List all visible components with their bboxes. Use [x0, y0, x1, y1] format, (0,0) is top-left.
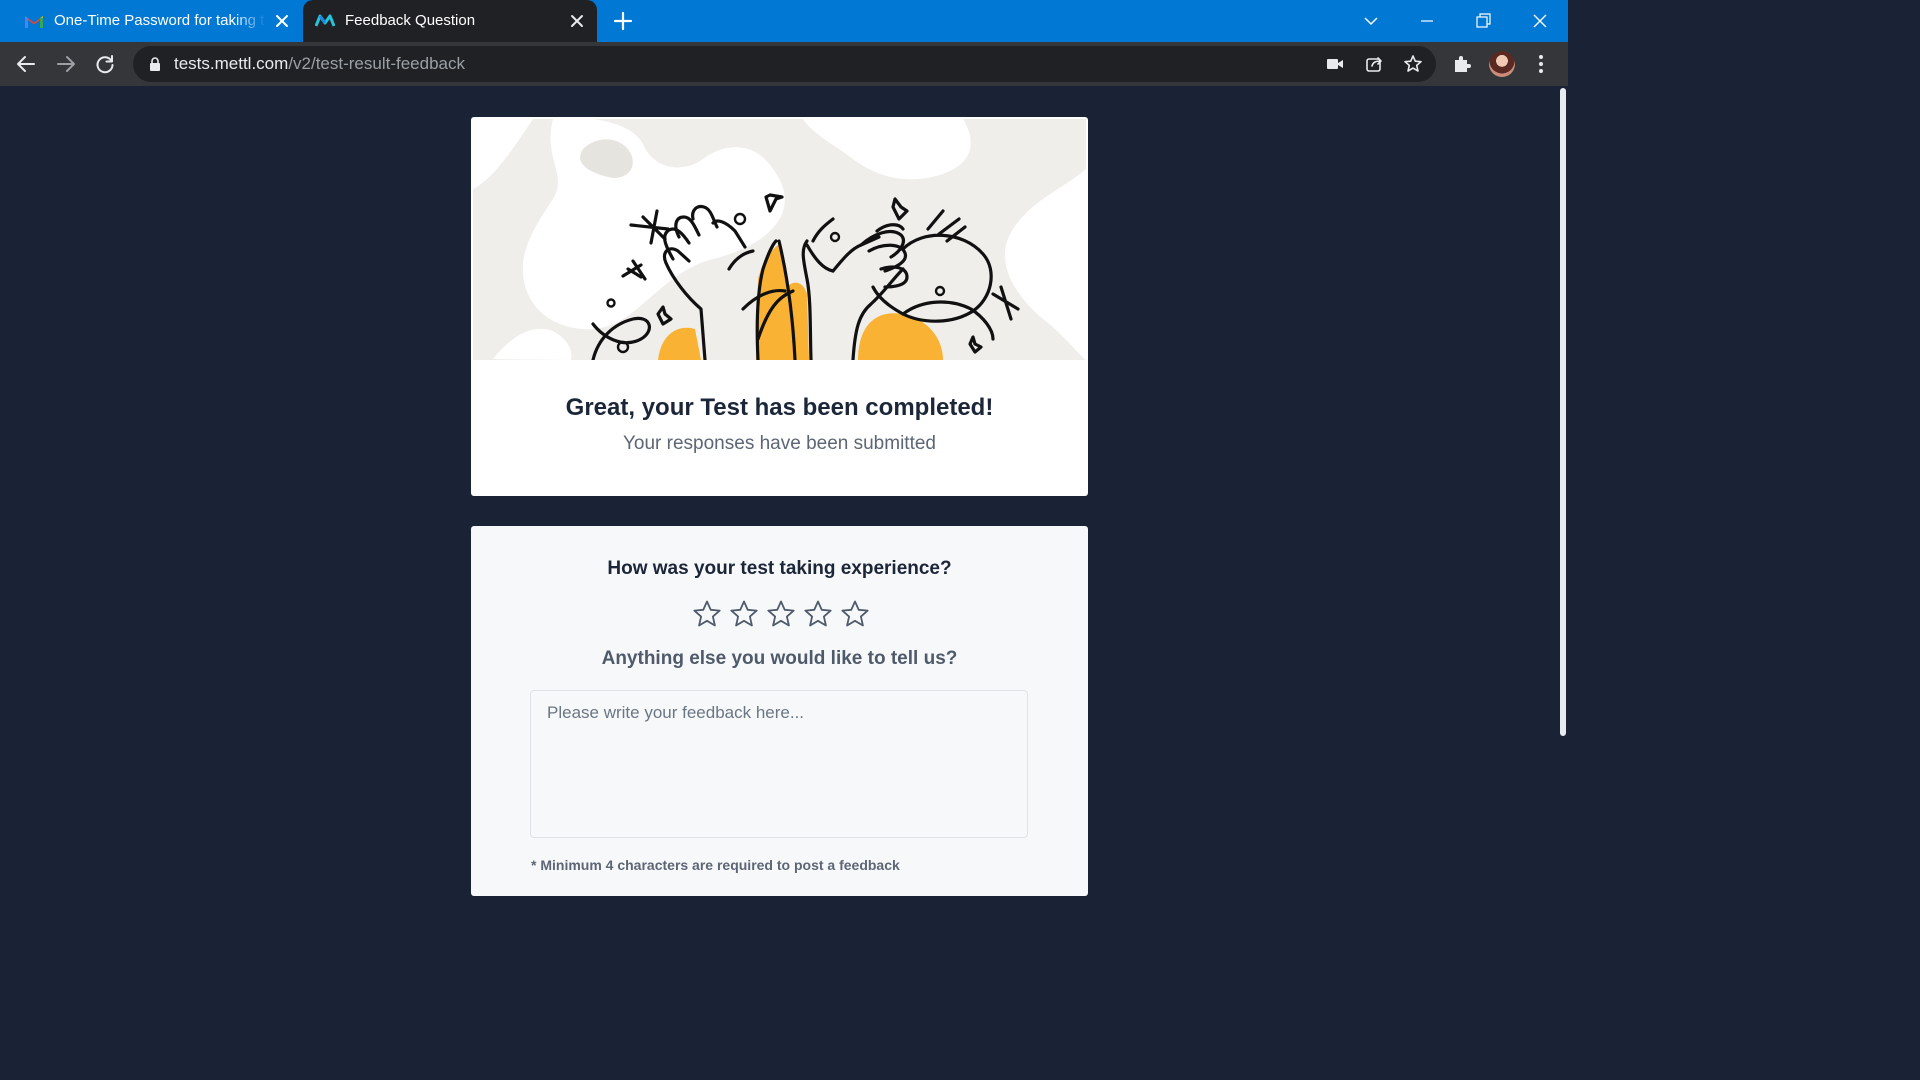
close-icon[interactable]: [274, 13, 290, 29]
restore-icon[interactable]: [1472, 10, 1494, 32]
share-icon[interactable]: [1364, 54, 1384, 74]
completion-subline: Your responses have been submitted: [622, 433, 936, 454]
star-2-icon[interactable]: [729, 599, 759, 629]
star-5-icon[interactable]: [840, 599, 870, 629]
new-tab-icon[interactable]: [612, 10, 634, 32]
gmail-icon: [25, 16, 43, 28]
profile-avatar[interactable]: [1489, 51, 1515, 77]
url-host: tests.mettl.com: [174, 54, 289, 73]
url-text[interactable]: tests.mettl.com/v2/test-result-feedback: [174, 54, 465, 74]
close-window-icon[interactable]: [1529, 10, 1551, 32]
minimize-icon[interactable]: [1416, 10, 1438, 32]
feedback-textarea[interactable]: [530, 690, 1028, 838]
high-five-illustration: [473, 119, 1086, 360]
tab-title: One-Time Password for taking the: [54, 12, 266, 29]
reload-icon[interactable]: [94, 53, 116, 75]
min-characters-hint: * Minimum 4 characters are required to p…: [531, 857, 900, 873]
tab-title: Feedback Question: [345, 12, 476, 29]
lock-icon[interactable]: [149, 57, 161, 71]
feedback-card: How was your test taking experience? Any…: [471, 526, 1088, 896]
back-icon[interactable]: [15, 53, 37, 75]
forward-icon[interactable]: [55, 53, 77, 75]
extensions-puzzle-icon[interactable]: [1451, 53, 1473, 75]
tab-strip: One-Time Password for taking the Feedbac…: [0, 0, 1568, 42]
mettl-icon: [315, 14, 335, 27]
feedback-prompt: Anything else you would like to tell us?: [601, 648, 958, 669]
camera-icon[interactable]: [1325, 54, 1345, 74]
rating-question: How was your test taking experience?: [607, 558, 952, 579]
page-content: Great, your Test has been completed! You…: [0, 86, 1558, 896]
star-3-icon[interactable]: [766, 599, 796, 629]
page-scrollbar[interactable]: [1558, 86, 1568, 882]
completion-card: Great, your Test has been completed! You…: [471, 117, 1088, 496]
tab-feedback-question[interactable]: Feedback Question: [303, 0, 597, 42]
tab-search-icon[interactable]: [1360, 10, 1382, 32]
url-path: /v2/test-result-feedback: [288, 54, 466, 73]
star-1-icon[interactable]: [692, 599, 722, 629]
tab-gmail[interactable]: One-Time Password for taking the: [12, 0, 302, 42]
browser-toolbar: tests.mettl.com/v2/test-result-feedback: [0, 42, 1568, 86]
address-bar[interactable]: tests.mettl.com/v2/test-result-feedback: [133, 46, 1436, 82]
scrollbar-thumb[interactable]: [1560, 88, 1566, 736]
bookmark-star-icon[interactable]: [1403, 54, 1423, 74]
star-rating: [690, 599, 870, 629]
more-menu-icon[interactable]: [1530, 53, 1552, 75]
close-icon[interactable]: [569, 13, 585, 29]
star-4-icon[interactable]: [803, 599, 833, 629]
completion-headline: Great, your Test has been completed!: [565, 394, 994, 421]
